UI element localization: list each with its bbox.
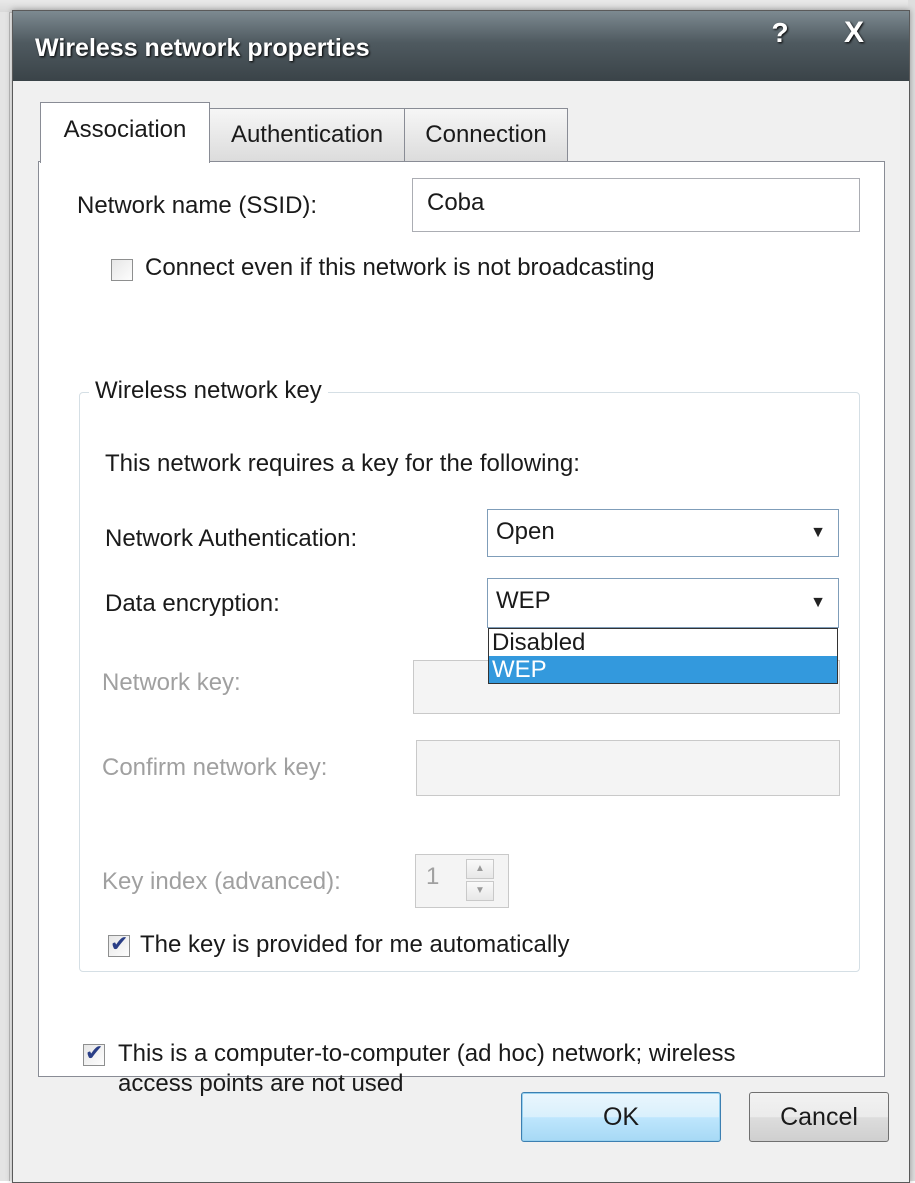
auto-key-checkbox-label: The key is provided for me automatically	[140, 931, 570, 958]
cancel-button[interactable]: Cancel	[749, 1092, 889, 1142]
auth-combobox[interactable]: Open ▼	[487, 509, 839, 557]
checkmark-icon: ✔	[110, 931, 129, 956]
background-window-edge	[0, 12, 10, 1181]
association-panel: Network name (SSID): Coba Connect even i…	[38, 161, 885, 1097]
wireless-key-group-title: Wireless network key	[89, 377, 328, 405]
title-bar[interactable]: Wireless network properties ? X	[13, 11, 909, 81]
key-index-value: 1	[426, 863, 440, 890]
key-intro-text: This network requires a key for the foll…	[105, 450, 580, 477]
auth-label: Network Authentication:	[105, 525, 358, 552]
broadcast-checkbox[interactable]	[111, 259, 133, 281]
broadcast-checkbox-label: Connect even if this network is not broa…	[145, 254, 655, 281]
confirm-key-label: Confirm network key:	[102, 754, 328, 781]
spin-up-icon[interactable]: ▲	[466, 859, 494, 879]
ssid-label: Network name (SSID):	[77, 192, 318, 219]
encryption-dropdown-list: Disabled WEP	[488, 628, 838, 684]
ssid-input[interactable]: Coba	[412, 178, 860, 232]
dialog-content: Association Authentication Connection Ne…	[13, 81, 909, 1182]
help-button[interactable]: ?	[747, 13, 813, 53]
dropdown-option-wep[interactable]: WEP	[489, 656, 837, 683]
tab-authentication[interactable]: Authentication	[209, 108, 405, 161]
tab-association[interactable]: Association	[40, 102, 210, 163]
tab-connection[interactable]: Connection	[404, 108, 568, 161]
close-button[interactable]: X	[821, 13, 887, 53]
dropdown-option-disabled[interactable]: Disabled	[489, 629, 837, 656]
chevron-down-icon[interactable]: ▼	[798, 579, 838, 627]
ok-button[interactable]: OK	[521, 1092, 721, 1142]
spin-down-icon[interactable]: ▼	[466, 881, 494, 901]
checkmark-icon: ✔	[85, 1040, 104, 1065]
chevron-down-icon[interactable]: ▼	[798, 510, 838, 556]
encryption-combobox[interactable]: WEP ▼	[487, 578, 839, 628]
auto-key-checkbox[interactable]: ✔	[108, 931, 130, 957]
encryption-combobox-value: WEP	[496, 587, 551, 614]
wireless-properties-dialog: Wireless network properties ? X Associat…	[12, 10, 910, 1183]
adhoc-checkbox[interactable]: ✔	[83, 1040, 105, 1066]
encryption-label: Data encryption:	[105, 590, 280, 617]
adhoc-checkbox-label-line2: access points are not used	[118, 1070, 404, 1097]
network-key-label: Network key:	[102, 669, 241, 696]
confirm-key-input[interactable]	[416, 740, 840, 796]
key-index-spinner[interactable]: 1 ▲ ▼	[415, 854, 509, 908]
dialog-title: Wireless network properties	[35, 34, 370, 62]
auth-combobox-value: Open	[496, 518, 555, 545]
adhoc-checkbox-label-line1: This is a computer-to-computer (ad hoc) …	[118, 1040, 736, 1067]
key-index-label: Key index (advanced):	[102, 868, 341, 895]
